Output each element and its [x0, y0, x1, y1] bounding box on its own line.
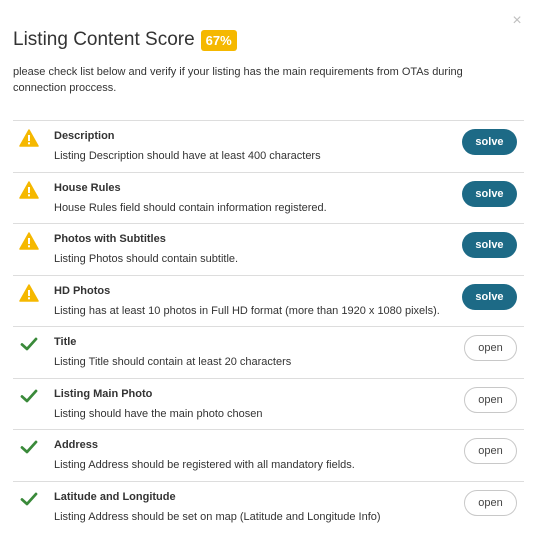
- checklist: Description Listing Description should ha…: [13, 120, 524, 533]
- warning-icon: [19, 129, 39, 147]
- item-title: HD Photos: [54, 284, 111, 297]
- solve-button[interactable]: solve: [462, 180, 517, 207]
- dialog-subtitle: please check list below and verify if yo…: [13, 66, 463, 94]
- item-description: House Rules field should contain informa…: [54, 201, 327, 214]
- listing-content-score-dialog: × Listing Content Score 67% please check…: [0, 0, 537, 537]
- checkmark-icon: [19, 387, 39, 405]
- item-title: Address: [54, 439, 99, 451]
- list-item: Title Listing Title should contain at lea…: [13, 327, 524, 379]
- solve-button[interactable]: solve: [462, 129, 517, 155]
- score-badge: 67%: [200, 29, 237, 51]
- item-title: Description: [54, 130, 115, 142]
- warning-icon: [19, 180, 39, 199]
- item-description: Listing Address should be set on map (La…: [54, 510, 381, 523]
- item-description: Listing Address should be registered wit…: [54, 459, 355, 471]
- item-title: Title: [54, 336, 77, 348]
- open-button[interactable]: open: [464, 489, 517, 516]
- list-item: HD Photos Listing has at least 10 photos …: [13, 276, 524, 327]
- close-icon[interactable]: ×: [510, 13, 524, 29]
- item-description: Listing Photos should contain subtitle.: [54, 253, 239, 265]
- checkmark-icon: [19, 438, 39, 456]
- item-description: Listing should have the main photo chose…: [54, 407, 263, 420]
- page-title: Listing Content Score: [13, 29, 195, 50]
- list-item: House Rules House Rules field should cont…: [13, 173, 524, 224]
- dialog-header: Listing Content Score 67%: [13, 29, 237, 51]
- item-description: Listing has at least 10 photos in Full H…: [54, 304, 440, 317]
- list-item: Listing Main Photo Listing should have th…: [13, 379, 524, 430]
- solve-button[interactable]: solve: [462, 283, 517, 310]
- solve-button[interactable]: solve: [462, 232, 517, 258]
- checkmark-icon: [19, 335, 39, 353]
- list-item: Latitude and Longitude Listing Address sh…: [13, 482, 524, 534]
- item-title: Listing Main Photo: [54, 387, 153, 400]
- item-description: Listing Description should have at least…: [54, 150, 321, 162]
- checkmark-icon: [19, 490, 39, 508]
- item-title: House Rules: [54, 181, 121, 194]
- list-item: Description Listing Description should ha…: [13, 121, 524, 173]
- open-button[interactable]: open: [464, 335, 517, 361]
- open-button[interactable]: open: [464, 438, 517, 464]
- warning-icon: [19, 232, 39, 250]
- warning-icon: [19, 283, 39, 302]
- item-description: Listing Title should contain at least 20…: [54, 356, 292, 368]
- item-title: Photos with Subtitles: [54, 233, 166, 245]
- list-item: Photos with Subtitles Listing Photos shou…: [13, 224, 524, 276]
- list-item: Address Listing Address should be registe…: [13, 430, 524, 482]
- open-button[interactable]: open: [464, 386, 517, 413]
- item-title: Latitude and Longitude: [54, 490, 176, 503]
